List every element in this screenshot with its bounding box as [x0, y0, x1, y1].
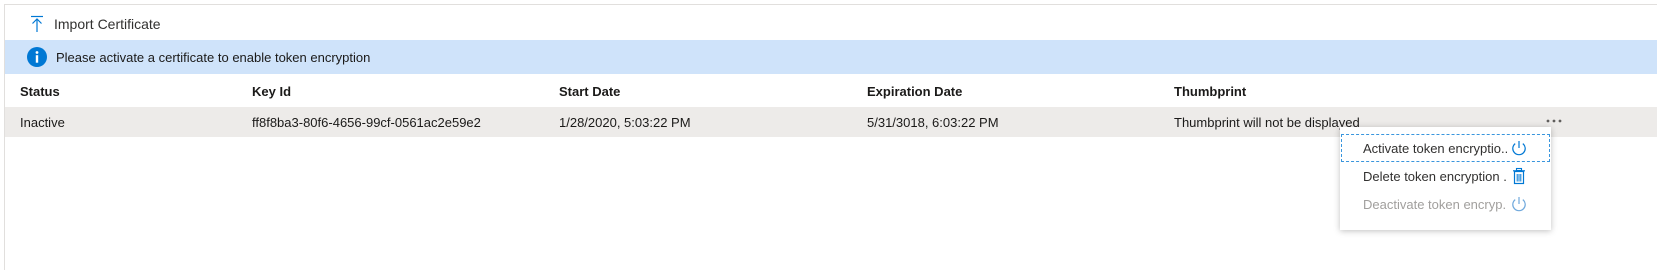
- menu-item-label: Delete token encryption ...: [1363, 168, 1507, 184]
- upload-arrow-icon: [30, 15, 44, 33]
- cell-key-id: ff8f8ba3-80f6-4656-99cf-0561ac2e59e2: [252, 114, 481, 130]
- row-context-menu: Activate token encryptio... Delete token…: [1340, 127, 1551, 230]
- column-header-start-date[interactable]: Start Date: [559, 76, 620, 106]
- menu-item-label: Activate token encryptio...: [1363, 140, 1507, 156]
- table-header: Status Key Id Start Date Expiration Date…: [5, 76, 1657, 106]
- power-icon: [1510, 139, 1528, 157]
- info-message-bar: Please activate a certificate to enable …: [5, 40, 1657, 74]
- info-icon: [27, 47, 47, 67]
- column-header-status[interactable]: Status: [20, 76, 60, 106]
- cell-start-date: 1/28/2020, 5:03:22 PM: [559, 114, 691, 130]
- column-header-expiration-date[interactable]: Expiration Date: [867, 76, 962, 106]
- import-certificate-button[interactable]: Import Certificate: [30, 12, 161, 36]
- info-message-text: Please activate a certificate to enable …: [56, 49, 371, 65]
- menu-item-activate-token-encryption[interactable]: Activate token encryptio...: [1341, 134, 1550, 162]
- trash-icon: [1510, 167, 1528, 185]
- more-ellipsis-icon: [1545, 118, 1563, 124]
- menu-item-delete-token-encryption[interactable]: Delete token encryption ...: [1341, 162, 1550, 190]
- import-certificate-label: Import Certificate: [54, 16, 161, 32]
- power-icon: [1510, 195, 1528, 213]
- cell-thumbprint: Thumbprint will not be displayed: [1174, 114, 1360, 130]
- cell-expiration-date: 5/31/3018, 6:03:22 PM: [867, 114, 999, 130]
- menu-item-label: Deactivate token encryp...: [1363, 196, 1507, 212]
- cell-status: Inactive: [20, 114, 65, 130]
- menu-item-deactivate-token-encryption: Deactivate token encryp...: [1341, 190, 1550, 218]
- column-header-key-id[interactable]: Key Id: [252, 76, 291, 106]
- column-header-thumbprint[interactable]: Thumbprint: [1174, 76, 1246, 106]
